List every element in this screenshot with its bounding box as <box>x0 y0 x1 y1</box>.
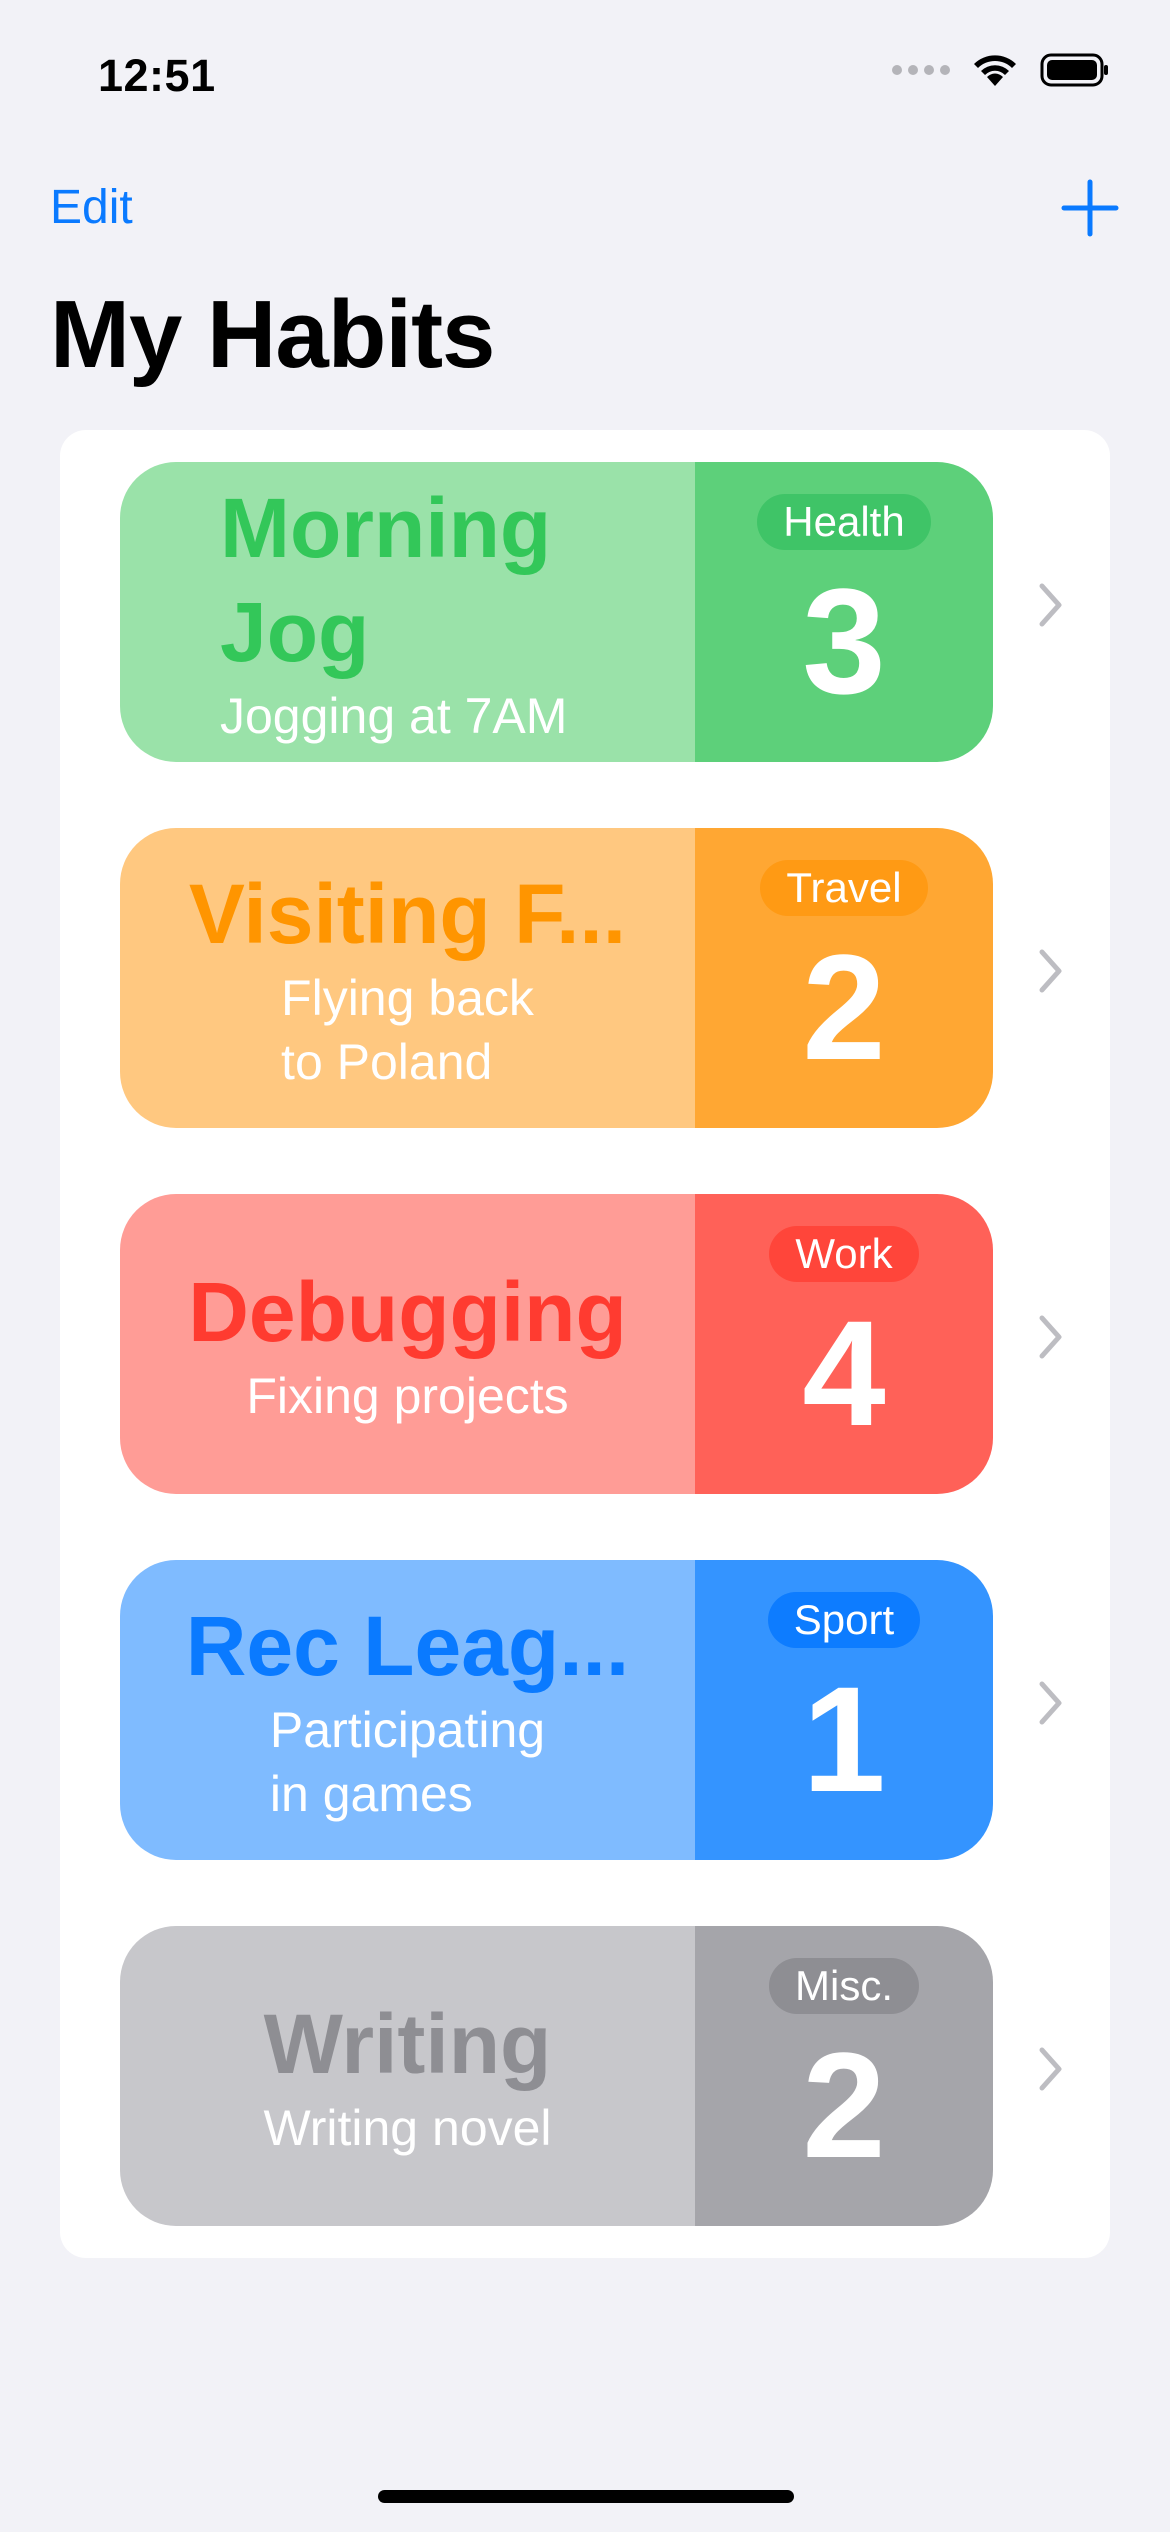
habit-subtitle: Fixing projects <box>246 1364 568 1428</box>
habit-info: Morning Jog Jogging at 7AM <box>120 462 695 762</box>
habit-subtitle: Jogging at 7AM <box>220 684 567 748</box>
habit-row[interactable]: Visiting F... Flying back to Poland Trave… <box>120 828 1110 1128</box>
habit-count-panel: Misc. 2 <box>695 1926 993 2226</box>
habit-card[interactable]: Debugging Fixing projects Work 4 <box>120 1194 993 1494</box>
cellular-signal-icon <box>892 65 950 75</box>
habit-count-panel: Sport 1 <box>695 1560 993 1860</box>
habit-subtitle-line: Participating <box>269 1702 546 1758</box>
habit-title: Morning Jog <box>220 476 551 684</box>
habit-subtitle: Writing novel <box>263 2096 551 2160</box>
habit-subtitle-line: Writing novel <box>263 2100 552 2156</box>
habit-title: Writing <box>264 1992 552 2096</box>
habit-card[interactable]: Writing Writing novel Misc. 2 <box>120 1926 993 2226</box>
category-badge: Health <box>757 494 931 550</box>
battery-icon <box>1040 53 1108 87</box>
habit-row[interactable]: Writing Writing novel Misc. 2 <box>120 1926 1110 2226</box>
chevron-right-icon <box>1039 2047 1062 2091</box>
habit-info: Writing Writing novel <box>120 1926 695 2226</box>
category-badge: Misc. <box>769 1958 919 2014</box>
habit-title-line: Visiting F... <box>188 867 627 961</box>
plus-icon[interactable] <box>1060 178 1120 238</box>
habit-title: Debugging <box>188 1260 627 1364</box>
habit-card[interactable]: Morning Jog Jogging at 7AM Health 3 <box>120 462 993 762</box>
habit-card[interactable]: Visiting F... Flying back to Poland Trave… <box>120 828 993 1128</box>
habit-count: 2 <box>802 923 886 1091</box>
category-badge: Travel <box>760 860 928 916</box>
habit-card[interactable]: Rec Leag... Participating in games Sport … <box>120 1560 993 1860</box>
habit-info: Rec Leag... Participating in games <box>120 1560 695 1860</box>
chevron-right-icon <box>1039 583 1062 627</box>
edit-button[interactable]: Edit <box>50 180 133 235</box>
wifi-icon <box>974 55 1016 86</box>
chevron-right-icon <box>1039 1681 1062 1725</box>
habit-title: Rec Leag... <box>186 1594 630 1698</box>
status-icons <box>892 52 1110 88</box>
habit-title-line: Morning <box>220 481 552 575</box>
habit-count-panel: Health 3 <box>695 462 993 762</box>
habit-row[interactable]: Morning Jog Jogging at 7AM Health 3 <box>120 462 1110 762</box>
habit-subtitle-line: Fixing projects <box>246 1368 569 1424</box>
status-time: 12:51 <box>98 50 216 101</box>
habit-count: 3 <box>802 557 886 725</box>
habit-subtitle-line: in games <box>269 1766 473 1822</box>
home-indicator <box>378 2490 794 2503</box>
habit-title-line: Rec Leag... <box>185 1599 630 1693</box>
habit-title-line: Jog <box>220 585 370 679</box>
chevron-right-icon <box>1039 1315 1062 1359</box>
category-badge: Work <box>769 1226 919 1282</box>
habit-info: Debugging Fixing projects <box>120 1194 695 1494</box>
page-title: My Habits <box>50 281 495 388</box>
habit-count: 2 <box>802 2021 886 2189</box>
habit-count: 1 <box>802 1655 886 1823</box>
habit-subtitle-line: to Poland <box>281 1034 493 1090</box>
habit-info: Visiting F... Flying back to Poland <box>120 828 695 1128</box>
habit-count: 4 <box>802 1289 886 1457</box>
habit-row[interactable]: Debugging Fixing projects Work 4 <box>120 1194 1110 1494</box>
habit-subtitle-line: Jogging at 7AM <box>220 688 568 744</box>
habit-title-line: Debugging <box>188 1265 627 1359</box>
habit-subtitle-line: Flying back <box>281 970 534 1026</box>
chevron-right-icon <box>1039 949 1062 993</box>
habit-count-panel: Work 4 <box>695 1194 993 1494</box>
habit-title-line: Writing <box>263 1997 552 2091</box>
habit-count-panel: Travel 2 <box>695 828 993 1128</box>
category-badge: Sport <box>767 1592 921 1648</box>
habit-list: Morning Jog Jogging at 7AM Health 3 Visit… <box>60 430 1110 2258</box>
habit-subtitle: Flying back to Poland <box>281 966 534 1094</box>
habit-row[interactable]: Rec Leag... Participating in games Sport … <box>120 1560 1110 1860</box>
habit-title: Visiting F... <box>189 862 626 966</box>
habit-subtitle: Participating in games <box>270 1698 545 1826</box>
